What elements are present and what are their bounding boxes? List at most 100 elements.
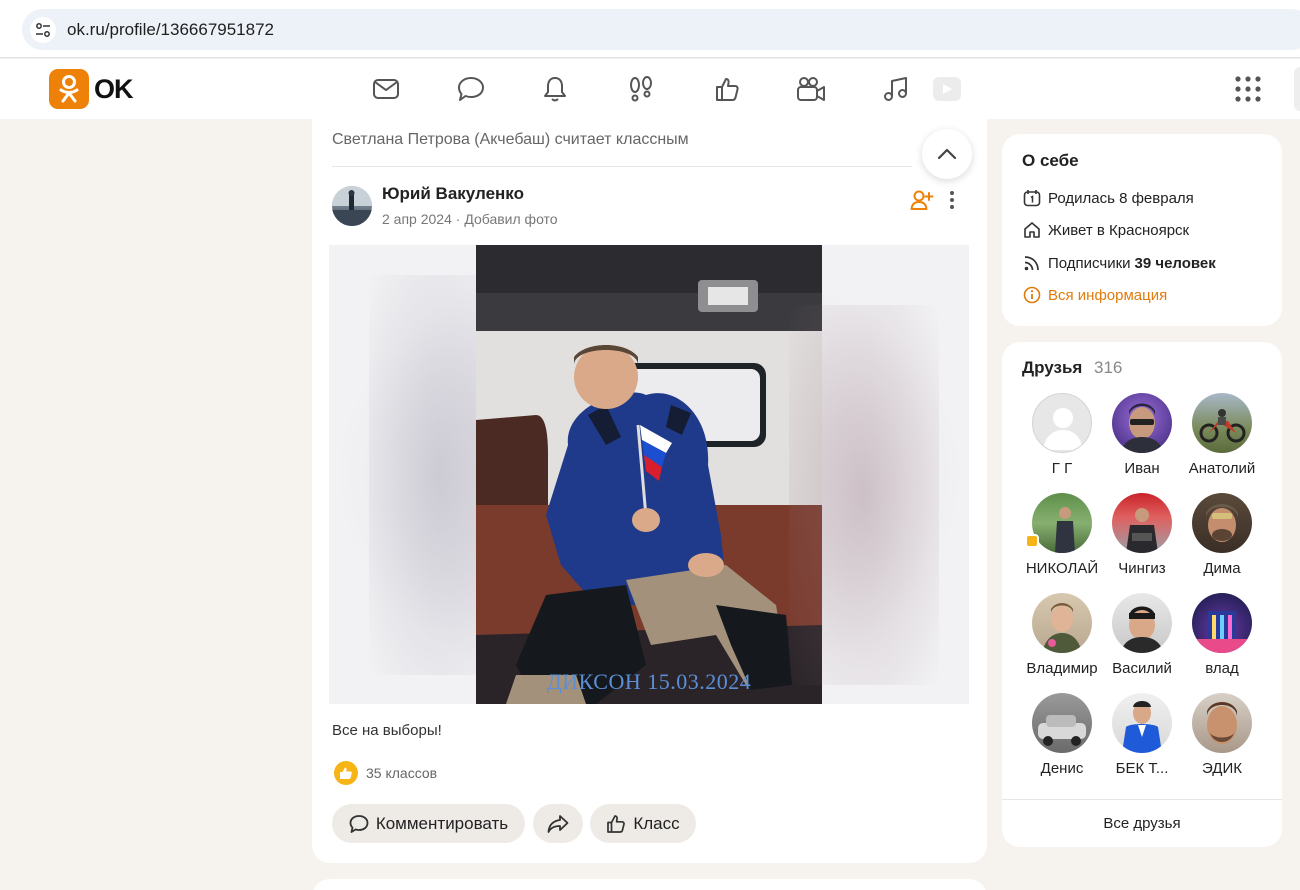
friends-card: Друзья 316 Г Г Иван Анатолий НИКОЛАЙ Чин… (1002, 342, 1282, 847)
friend-avatar (1032, 493, 1092, 553)
subscribers-label: Подписчики (1048, 254, 1131, 272)
post-date[interactable]: 2 апр 2024 (382, 211, 452, 227)
friend-name: БЕК Т... (1115, 760, 1169, 777)
friend-item[interactable]: Анатолий (1185, 393, 1259, 477)
video-play-icon[interactable] (931, 73, 963, 105)
share-button[interactable] (533, 804, 583, 843)
divider (1002, 799, 1282, 800)
share-icon (547, 814, 569, 833)
friend-name: Г Г (1051, 460, 1073, 477)
comment-icon (349, 814, 369, 833)
friend-name: ЭДИК (1202, 760, 1242, 777)
friend-item[interactable]: Чингиз (1105, 493, 1179, 577)
city-row: Живет в Красноярск (1022, 220, 1189, 240)
friend-name: влад (1205, 660, 1239, 677)
site-settings-icon[interactable] (30, 17, 56, 43)
friend-item[interactable]: БЕК Т... (1105, 693, 1179, 777)
url-text: ok.ru/profile/136667951872 (67, 20, 274, 39)
bell-icon[interactable] (539, 73, 571, 105)
post-photo-frame[interactable]: ДИКСОН 15.03.2024 (329, 245, 969, 704)
friend-name: Дима (1203, 560, 1241, 577)
mail-icon[interactable] (370, 73, 402, 105)
more-icon (950, 191, 954, 209)
add-friend-button[interactable] (909, 187, 935, 213)
grid-icon[interactable] (1234, 75, 1262, 103)
about-card: О себе Родилась 8 февраля Живет в Красно… (1002, 134, 1282, 326)
subscribers-value: 39 человек (1134, 254, 1216, 272)
footprints-icon[interactable] (625, 73, 657, 105)
post-meta: 2 апр 2024 · Добавил фото (382, 211, 558, 227)
chat-icon[interactable] (455, 73, 487, 105)
ok-logo[interactable]: OK (49, 69, 133, 109)
like-icon (607, 814, 626, 833)
divider (332, 166, 912, 167)
friend-avatar (1192, 493, 1252, 553)
friend-item[interactable]: Г Г (1025, 393, 1099, 477)
music-icon[interactable] (880, 73, 912, 105)
comment-button[interactable]: Комментировать (332, 804, 525, 843)
info-icon (1022, 285, 1042, 305)
friend-item[interactable]: ЭДИК (1185, 693, 1259, 777)
friend-item[interactable]: влад (1185, 593, 1259, 677)
browser-address-bar: ok.ru/profile/136667951872 (0, 0, 1300, 58)
like-icon[interactable] (711, 73, 743, 105)
likes-summary[interactable]: 35 классов (334, 761, 437, 785)
friend-item[interactable]: Владимир (1025, 593, 1099, 677)
profile-menu-edge[interactable] (1294, 67, 1300, 111)
post-photo[interactable]: ДИКСОН 15.03.2024 (476, 245, 822, 704)
friends-count: 316 (1094, 358, 1123, 377)
friend-item[interactable]: Иван (1105, 393, 1179, 477)
post-text: Все на выборы! (332, 722, 442, 739)
friend-avatar (1112, 693, 1172, 753)
chevron-up-icon (937, 148, 957, 160)
all-friends-link[interactable]: Все друзья (1002, 815, 1282, 832)
friend-avatar (1032, 693, 1092, 753)
friends-title[interactable]: Друзья (1022, 358, 1082, 378)
friend-name: Владимир (1026, 660, 1098, 677)
friend-name: Денис (1040, 760, 1084, 777)
like-button[interactable]: Класс (590, 804, 696, 843)
friend-avatar (1032, 393, 1092, 453)
friend-name: Василий (1112, 660, 1172, 677)
add-user-icon (910, 190, 934, 210)
likes-count: 35 классов (366, 765, 438, 781)
url-field[interactable]: ok.ru/profile/136667951872 (22, 9, 1300, 50)
feed-post: Светлана Петрова (Акчебаш) считает класс… (312, 119, 987, 863)
calendar-icon (1022, 188, 1042, 208)
top-navigation: OK (0, 59, 1300, 119)
author-name[interactable]: Юрий Вакуленко (382, 184, 524, 204)
friend-name: Чингиз (1118, 560, 1166, 577)
comment-button-label: Комментировать (375, 813, 509, 833)
post-action: Добавил фото (464, 211, 558, 227)
online-status-icon (1025, 534, 1039, 548)
friend-item[interactable]: НИКОЛАЙ (1025, 493, 1099, 577)
friend-avatar (1112, 393, 1172, 453)
friend-avatar (1192, 693, 1252, 753)
all-info-text: Вся информация (1048, 286, 1168, 304)
ok-logo-text: OK (94, 73, 133, 104)
next-feed-post (312, 879, 987, 890)
friend-avatar (1112, 493, 1172, 553)
friend-avatar (1112, 593, 1172, 653)
rss-icon (1022, 253, 1042, 273)
photo-illustration (476, 245, 822, 704)
all-info-link[interactable]: Вся информация (1022, 285, 1167, 305)
ok-logo-icon (49, 69, 89, 109)
subscribers-row[interactable]: Подписчики 39 человек (1022, 253, 1216, 273)
friend-item[interactable]: Денис (1025, 693, 1099, 777)
more-options-button[interactable] (941, 187, 963, 213)
photo-caption-overlay: ДИКСОН 15.03.2024 (546, 669, 752, 694)
friend-name: Иван (1124, 460, 1160, 477)
birthday-row: Родилась 8 февраля (1022, 188, 1194, 208)
friend-item[interactable]: Дима (1185, 493, 1259, 577)
author-avatar[interactable] (332, 186, 372, 226)
video-camera-icon[interactable] (795, 73, 827, 105)
friend-item[interactable]: Василий (1105, 593, 1179, 677)
friend-avatar (1192, 593, 1252, 653)
meta-separator: · (455, 211, 461, 227)
friend-name: НИКОЛАЙ (1025, 560, 1099, 577)
home-icon (1022, 220, 1042, 240)
friend-name: Анатолий (1188, 460, 1256, 477)
activity-line[interactable]: Светлана Петрова (Акчебаш) считает класс… (332, 131, 689, 149)
scroll-up-button[interactable] (922, 129, 972, 179)
